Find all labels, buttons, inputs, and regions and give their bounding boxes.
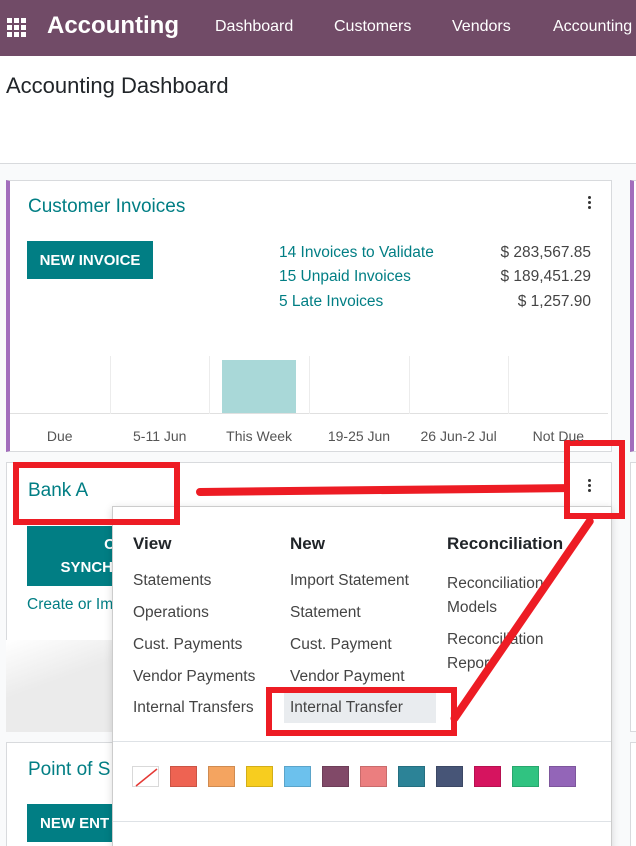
chart-tick-label: This Week: [226, 428, 293, 444]
color-swatch[interactable]: [360, 766, 387, 787]
color-swatch[interactable]: [549, 766, 576, 787]
chart-gridline: [109, 356, 111, 414]
adjacent-card: [630, 180, 636, 452]
dd-header-view: View: [133, 534, 172, 553]
chart-gridline: [309, 356, 310, 414]
bank-dropdown-menu: View New Reconciliation Statements Opera…: [112, 506, 612, 846]
bank-graph: [6, 640, 112, 732]
pos-title[interactable]: Point of S: [28, 759, 112, 781]
unpaid-invoices-link[interactable]: 15 Unpaid Invoices: [279, 268, 411, 286]
apps-menu-icon[interactable]: [7, 18, 27, 37]
color-swatch[interactable]: [246, 766, 273, 787]
annotation-box-kebab: [564, 440, 625, 519]
create-or-import-link[interactable]: Create or Im: [27, 596, 113, 614]
nav-customers[interactable]: Customers: [334, 18, 411, 36]
invoices-chart[interactable]: [10, 356, 608, 414]
dd-internal-transfers[interactable]: Internal Transfers: [133, 699, 254, 717]
annotation-box-internal-transfer: [266, 687, 457, 736]
chart-gridline: [408, 356, 410, 414]
dd-vendor-payment[interactable]: Vendor Payment: [290, 668, 405, 686]
late-invoices-link[interactable]: 5 Late Invoices: [279, 293, 383, 311]
top-navbar: Accounting Dashboard Customers Vendors A…: [0, 0, 636, 56]
new-invoice-button[interactable]: NEW INVOICE: [27, 241, 153, 279]
adjacent-card-2: [630, 742, 636, 846]
dd-import-statement[interactable]: Import Statement: [290, 572, 409, 590]
new-entry-button[interactable]: NEW ENT: [27, 804, 113, 842]
color-swatch-none[interactable]: [132, 766, 159, 787]
page-title: Accounting Dashboard: [6, 73, 229, 98]
color-swatch[interactable]: [170, 766, 197, 787]
chart-gridline: [508, 356, 510, 414]
sync-button-label: SYNCH: [60, 559, 113, 576]
dd-statement[interactable]: Statement: [290, 604, 361, 622]
color-swatch[interactable]: [512, 766, 539, 787]
dd-cust-payments[interactable]: Cust. Payments: [133, 636, 242, 654]
adjacent-card-3: [630, 462, 636, 732]
color-swatch[interactable]: [322, 766, 349, 787]
chart-bar[interactable]: [222, 360, 296, 413]
customer-invoices-title[interactable]: Customer Invoices: [28, 196, 185, 218]
dd-divider-2: [113, 821, 611, 822]
no-color-icon: [135, 768, 158, 787]
online-sync-button[interactable]: C SYNCH: [27, 526, 113, 586]
chart-tick-label: 5-11 Jun: [133, 428, 187, 444]
dd-header-new: New: [290, 534, 325, 553]
nav-vendors[interactable]: Vendors: [452, 18, 511, 36]
dd-divider: [113, 741, 611, 742]
dd-header-reconciliation: Reconciliation: [447, 534, 564, 553]
dd-vendor-payments[interactable]: Vendor Payments: [133, 668, 255, 686]
color-swatch[interactable]: [284, 766, 311, 787]
unpaid-invoices-amount: $ 189,451.29: [500, 268, 591, 285]
nav-dashboard[interactable]: Dashboard: [215, 18, 293, 36]
chart-tick-label: Due: [46, 428, 73, 444]
invoices-to-validate-amount: $ 283,567.85: [500, 244, 591, 261]
dd-cust-payment[interactable]: Cust. Payment: [290, 636, 392, 654]
color-swatch[interactable]: [474, 766, 501, 787]
late-invoices-amount: $ 1,257.90: [517, 293, 591, 310]
chart-tick-label: 19-25 Jun: [327, 428, 391, 444]
chart-gridline: [209, 356, 211, 414]
chart-tick-label: Not Due: [532, 428, 585, 444]
invoices-to-validate-link[interactable]: 14 Invoices to Validate: [279, 244, 434, 262]
color-swatch[interactable]: [208, 766, 235, 787]
dd-statements[interactable]: Statements: [133, 572, 211, 590]
dd-operations[interactable]: Operations: [133, 604, 209, 622]
color-swatch[interactable]: [436, 766, 463, 787]
chart-tick-label: 26 Jun-2 Jul: [420, 428, 497, 444]
app-brand[interactable]: Accounting: [47, 12, 179, 40]
kebab-menu-icon[interactable]: [588, 196, 592, 211]
nav-accounting[interactable]: Accounting: [553, 18, 632, 36]
color-swatch[interactable]: [398, 766, 425, 787]
annotation-box-bank-title: [13, 462, 180, 525]
